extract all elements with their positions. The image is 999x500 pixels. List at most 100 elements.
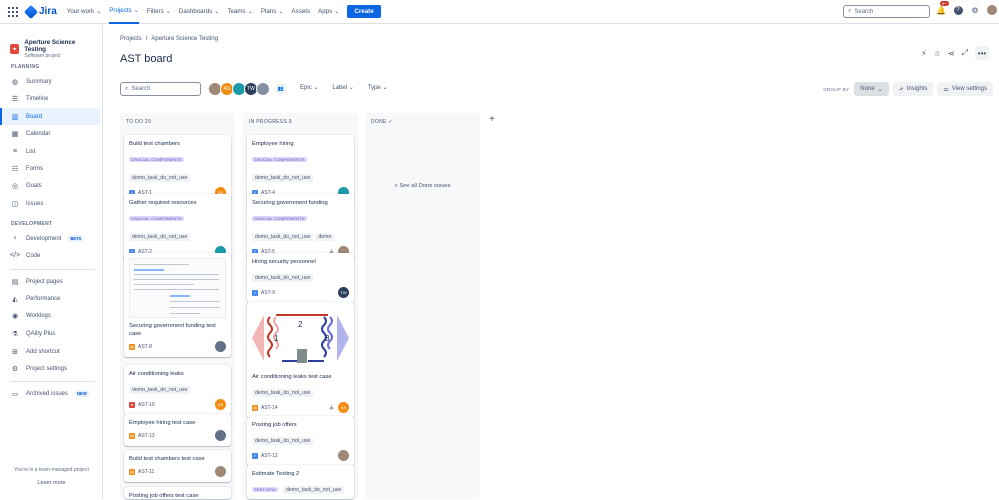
label-tag: demo_task_do_not_use xyxy=(129,174,191,182)
beta-badge: BETA xyxy=(68,235,84,242)
issue-card[interactable]: Gather required resources CRUCIAL COMPON… xyxy=(124,194,231,262)
sidebar-item-summary[interactable]: ◍ Summary xyxy=(0,73,100,90)
expand-icon[interactable]: ⤢ xyxy=(962,48,968,58)
settings-button[interactable]: ⚙ xyxy=(970,5,980,15)
development-section-label: DEVELOPMENT xyxy=(11,221,53,227)
notifications-button[interactable]: 🔔 9+ xyxy=(936,1,949,15)
issue-card[interactable]: Employee hiring test case ▤ AST-13 xyxy=(124,414,231,446)
issue-card[interactable]: Securing government funding test case ▤ A… xyxy=(124,253,231,357)
sidebar-item-calendar[interactable]: ▦ Calendar xyxy=(0,125,100,142)
sliders-icon: ⚌ xyxy=(943,86,949,93)
create-button[interactable]: Create xyxy=(347,5,381,18)
nav-assets[interactable]: Assets xyxy=(292,8,311,15)
profile-avatar[interactable] xyxy=(987,5,997,15)
column-header: DONE ✓ xyxy=(371,119,393,125)
global-search-input[interactable]: ⌕ Search xyxy=(843,5,930,18)
epic-lozenge: CRUCIAL COMPONENTS xyxy=(129,216,184,221)
breadcrumb-separator: / xyxy=(145,36,148,42)
add-people-button[interactable]: 👥 xyxy=(274,82,288,96)
unassigned-avatar[interactable] xyxy=(215,430,226,441)
issue-card[interactable]: Estimate Testing 2 TEST EPIC demo_task_d… xyxy=(247,465,354,499)
unassigned-avatar[interactable] xyxy=(256,82,270,96)
nav-projects[interactable]: Projects ⌄ xyxy=(109,0,139,24)
more-actions-button[interactable]: ••• xyxy=(975,46,989,60)
pages-icon: ▤ xyxy=(11,278,19,286)
nav-filters[interactable]: Filters ⌄ xyxy=(147,8,171,15)
sidebar-item-code[interactable]: </> Code xyxy=(0,247,100,264)
insights-button[interactable]: ⬏ Insights xyxy=(892,82,934,96)
app-switcher-icon[interactable] xyxy=(8,6,18,17)
assignee-avatar[interactable] xyxy=(215,466,226,477)
epic-lozenge: CRUCIAL COMPONENTS xyxy=(252,216,307,221)
lightning-icon[interactable]: ⚡ xyxy=(921,49,927,58)
add-column-button[interactable]: + xyxy=(485,112,499,126)
breadcrumb-projects[interactable]: Projects xyxy=(120,36,142,42)
sidebar-item-project-settings[interactable]: ⚙ Project settings xyxy=(0,360,100,377)
sidebar-item-add-shortcut[interactable]: ⊞ Add shortcut xyxy=(0,343,100,360)
gear-icon: ⚙ xyxy=(971,5,979,15)
search-icon: ⌕ xyxy=(848,8,852,14)
issue-card[interactable]: Posting job offers demo_task_do_not_use … xyxy=(247,416,354,466)
issue-card[interactable]: 1 2 3 Air conditioning leaks test case d… xyxy=(247,302,354,418)
star-icon[interactable]: ☆ xyxy=(934,49,941,58)
issue-card[interactable]: Build test chambers test case ▤ AST-11 xyxy=(124,450,231,482)
group-by-label: GROUP BY xyxy=(823,86,850,92)
more-icon: ••• xyxy=(977,48,987,58)
jira-logo[interactable]: Jira xyxy=(23,4,57,19)
issue-card[interactable]: Build test chambers CRUCIAL COMPONENTS d… xyxy=(124,135,231,203)
breadcrumb-project[interactable]: Aperture Science Testing xyxy=(151,36,218,42)
learn-more-link[interactable]: Learn more xyxy=(0,480,103,486)
sidebar-item-development[interactable]: ♀ Development BETA xyxy=(0,230,100,247)
nav-your-work[interactable]: Your work ⌄ xyxy=(67,8,101,15)
assignee-avatar[interactable]: TW xyxy=(338,287,349,298)
issue-card[interactable]: Securing government funding CRUCIAL COMP… xyxy=(247,194,354,262)
sidebar-item-goals[interactable]: ◎ Goals xyxy=(0,177,100,194)
sidebar-divider xyxy=(10,381,95,382)
nav-plans[interactable]: Plans ⌄ xyxy=(261,8,284,15)
epic-lozenge: CRUCIAL COMPONENTS xyxy=(252,157,307,162)
view-settings-button[interactable]: ⚌ View settings xyxy=(937,82,993,96)
chevron-down-icon: ⌄ xyxy=(247,8,253,15)
sidebar-item-archived-issues[interactable]: ▭ Archived issues NEW xyxy=(0,385,100,402)
project-header[interactable]: ✦ Aperture Science Testing Software proj… xyxy=(0,25,102,59)
sidebar-item-worklogs[interactable]: ◉ Worklogs xyxy=(0,307,100,324)
globe-icon: ◍ xyxy=(11,78,19,86)
group-by-select[interactable]: None ⌄ xyxy=(854,82,889,96)
unassigned-avatar[interactable] xyxy=(215,341,226,352)
issues-icon: ◫ xyxy=(11,200,19,208)
share-icon[interactable]: ⋖ xyxy=(948,49,955,58)
label-filter[interactable]: Label ⌄ xyxy=(332,84,353,91)
assignee-avatar[interactable] xyxy=(338,450,349,461)
issue-card[interactable]: Air conditioning leaks demo_task_do_not_… xyxy=(124,365,231,415)
sidebar-item-performance[interactable]: ◭ Performance xyxy=(0,290,100,307)
nav-teams[interactable]: Teams ⌄ xyxy=(227,8,252,15)
issue-card[interactable]: Employee hiring CRUCIAL COMPONENTS demo_… xyxy=(247,135,354,203)
nav-apps[interactable]: Apps ⌄ xyxy=(318,8,339,15)
assignee-avatar[interactable]: AS xyxy=(215,399,226,410)
card-cover-image: 1 2 3 xyxy=(252,307,349,369)
sidebar-item-timeline[interactable]: ☰ Timeline xyxy=(0,90,100,107)
issue-card[interactable]: Posting job offers test case xyxy=(124,487,231,499)
help-button[interactable]: ? xyxy=(953,5,963,15)
card-cover-image xyxy=(129,258,226,318)
epic-filter[interactable]: Epic ⌄ xyxy=(300,84,318,91)
board-search-input[interactable]: ⌕ Search xyxy=(120,82,201,96)
breadcrumb: Projects / Aperture Science Testing xyxy=(120,36,218,42)
label-tag: demo_task_do_not_use xyxy=(252,437,314,445)
chevron-down-icon: ⌄ xyxy=(96,8,102,15)
type-filter[interactable]: Type ⌄ xyxy=(368,84,388,91)
issue-card[interactable]: Hiring security personnel demo_task_do_n… xyxy=(247,253,354,303)
sidebar-item-project-pages[interactable]: ▤ Project pages xyxy=(0,273,100,290)
sidebar-item-issues[interactable]: ◫ Issues xyxy=(0,195,100,212)
see-all-done-link[interactable]: ⌕ See all Done issues xyxy=(365,183,480,190)
board-icon: ▥ xyxy=(11,113,19,121)
assignee-avatar[interactable]: AS xyxy=(338,402,349,413)
nav-dashboards[interactable]: Dashboards ⌄ xyxy=(179,8,220,15)
qality-icon: ⚗ xyxy=(11,330,19,338)
sidebar-item-forms[interactable]: ☷ Forms xyxy=(0,160,100,177)
sidebar-item-list[interactable]: ≡ List xyxy=(0,143,100,160)
project-type: Software project xyxy=(24,53,61,59)
task-type-icon: ✓ xyxy=(252,289,258,296)
sidebar-item-board[interactable]: ▥ Board xyxy=(0,108,100,125)
sidebar-item-qality-plus[interactable]: ⚗ QAlity Plus xyxy=(0,325,100,342)
